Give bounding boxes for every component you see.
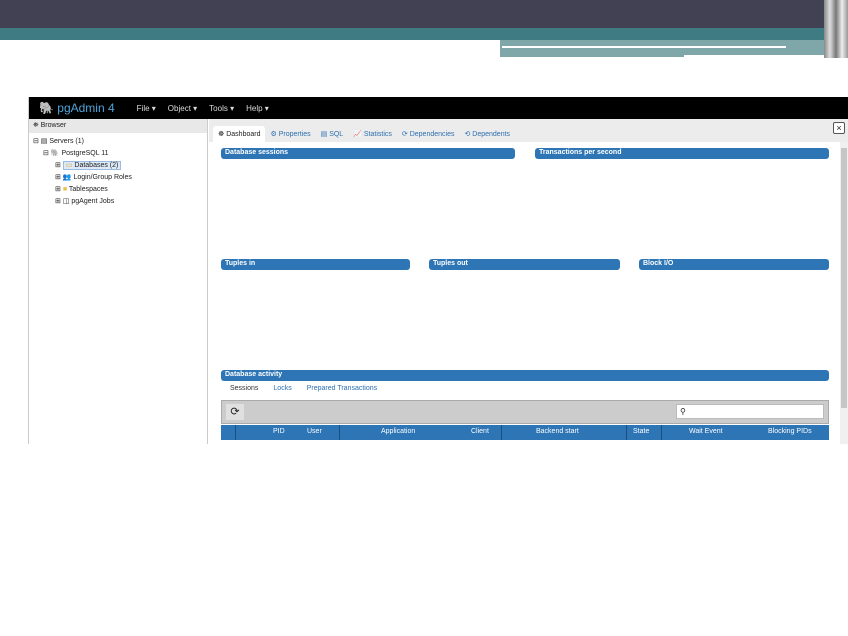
slide-line — [684, 55, 834, 57]
col-state[interactable]: State — [633, 428, 649, 435]
panel-block-io: Block I/O — [639, 259, 829, 270]
database-icon: ▭ — [65, 162, 73, 169]
slide-edge-decoration — [824, 0, 848, 58]
tree-pgagent[interactable]: ⊞ ◫ pgAgent Jobs — [33, 196, 203, 208]
tree-servers[interactable]: ⊟ ▤ Servers (1) — [33, 136, 203, 148]
slide-header-band — [0, 0, 848, 28]
subtab-prepared[interactable]: Prepared Transactions — [307, 385, 377, 392]
panel-database-sessions: Database sessions — [221, 148, 515, 159]
tab-dashboard[interactable]: ☸ Dashboard — [213, 126, 266, 142]
subtab-locks[interactable]: Locks — [273, 385, 291, 392]
tab-dependencies[interactable]: ⟳ Dependencies — [397, 126, 460, 142]
col-application[interactable]: Application — [381, 428, 415, 435]
roles-icon: 👥 — [62, 174, 72, 181]
main-panel: ☸ Dashboard ⚙ Properties ▤ SQL 📈 Statist… — [209, 119, 848, 444]
tree-databases[interactable]: ⊞ ▭ Databases (2) — [33, 160, 203, 172]
tab-dependents[interactable]: ⟲ Dependents — [459, 126, 515, 142]
refresh-icon: ⟳ — [230, 406, 240, 418]
col-wait-event[interactable]: Wait Event — [689, 428, 723, 435]
tree-server[interactable]: ⊟ 🐘 PostgreSQL 11 — [33, 148, 203, 160]
scrollbar-thumb[interactable] — [841, 148, 847, 408]
col-backend-start[interactable]: Backend start — [536, 428, 579, 435]
binoculars-icon: ⛯ — [33, 122, 39, 129]
panel-transactions: Transactions per second — [535, 148, 829, 159]
pgadmin-window: 🐘 pgAdmin 4 File ▾ Object ▾ Tools ▾ Help… — [28, 97, 848, 444]
tree-tablespaces[interactable]: ⊞ ■ Tablespaces — [33, 184, 203, 196]
sessions-table-header: PID User Application Client Backend star… — [221, 425, 829, 440]
col-pid[interactable]: PID — [273, 428, 285, 435]
scrollbar[interactable] — [840, 142, 848, 444]
menu-help[interactable]: Help ▾ — [246, 104, 269, 113]
refresh-button[interactable]: ⟳ — [226, 404, 244, 420]
app-logo: 🐘 pgAdmin 4 — [39, 101, 115, 115]
tab-bar: ☸ Dashboard ⚙ Properties ▤ SQL 📈 Statist… — [209, 119, 848, 142]
app-title: pgAdmin 4 — [57, 101, 115, 115]
activity-toolbar: ⟳ ⚲ — [221, 400, 829, 424]
slide-line — [502, 46, 786, 48]
tab-statistics[interactable]: 📈 Statistics — [348, 126, 397, 142]
folder-icon: ■ — [62, 186, 68, 193]
jobs-icon: ◫ — [62, 198, 70, 205]
activity-subtabs: Sessions Locks Prepared Transactions — [221, 385, 377, 392]
subtab-sessions[interactable]: Sessions — [230, 385, 258, 392]
close-button[interactable]: × — [833, 122, 845, 134]
menu-object[interactable]: Object ▾ — [168, 104, 197, 113]
menu-tools[interactable]: Tools ▾ — [209, 104, 234, 113]
tab-properties[interactable]: ⚙ Properties — [265, 126, 315, 142]
col-user[interactable]: User — [307, 428, 322, 435]
tab-sql[interactable]: ▤ SQL — [316, 126, 349, 142]
tree-roles[interactable]: ⊞ 👥 Login/Group Roles — [33, 172, 203, 184]
menu-file[interactable]: File ▾ — [137, 104, 156, 113]
browser-header: ⛯ Browser — [29, 119, 207, 133]
slide-accent-band — [0, 28, 848, 40]
panel-tuples-out: Tuples out — [429, 259, 620, 270]
col-client[interactable]: Client — [471, 428, 489, 435]
search-icon: ⚲ — [680, 407, 686, 416]
menubar: 🐘 pgAdmin 4 File ▾ Object ▾ Tools ▾ Help… — [29, 97, 848, 119]
panel-database-activity: Database activity — [221, 370, 829, 381]
search-input[interactable]: ⚲ — [676, 404, 824, 419]
panel-tuples-in: Tuples in — [221, 259, 410, 270]
browser-panel: ⛯ Browser ⊟ ▤ Servers (1) ⊟ 🐘 PostgreSQL… — [29, 119, 208, 444]
col-blocking-pids[interactable]: Blocking PIDs — [768, 428, 812, 435]
